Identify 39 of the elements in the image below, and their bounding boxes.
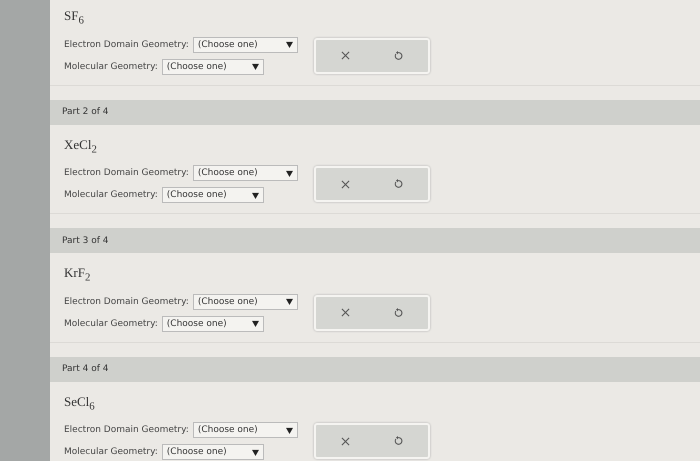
- caret-icon: [252, 320, 259, 328]
- undo-icon: [392, 308, 403, 318]
- caret-icon: [286, 426, 293, 434]
- formula: KrF$_{2}$: [64, 265, 92, 284]
- undo-icon: [392, 50, 403, 61]
- close-icon: [341, 51, 350, 60]
- dropdown[interactable]: (Choose one): [192, 294, 298, 310]
- close-icon: [341, 180, 350, 189]
- formula: XeCl$_{2}$: [64, 136, 98, 156]
- caret-icon: [286, 170, 293, 177]
- part-label: Part 2 of 4: [62, 107, 108, 118]
- caret-icon: [252, 448, 259, 456]
- dropdown[interactable]: (Choose one): [162, 58, 264, 75]
- caret-icon: [286, 298, 293, 306]
- caret-icon: [286, 41, 293, 48]
- field-label: Molecular Geometry:: [64, 190, 158, 200]
- undo-icon: [392, 179, 403, 190]
- field-label: Molecular Geometry:: [64, 447, 158, 458]
- field-label: Electron Domain Geometry:: [64, 40, 189, 50]
- dropdown[interactable]: (Choose one): [162, 316, 264, 332]
- part-label: Part 3 of 4: [62, 236, 108, 246]
- dropdown[interactable]: (Choose one): [162, 187, 264, 204]
- undo-icon: [392, 436, 403, 446]
- caret-icon: [252, 63, 259, 70]
- field-label: Electron Domain Geometry:: [64, 168, 189, 178]
- formula: SeCl$_{6}$: [64, 394, 96, 412]
- field-label: Electron Domain Geometry:: [64, 425, 189, 436]
- field-label: Molecular Geometry:: [64, 318, 158, 329]
- caret-icon: [252, 192, 259, 199]
- close-icon: [341, 436, 350, 446]
- dropdown[interactable]: (Choose one): [192, 422, 298, 438]
- dropdown[interactable]: (Choose one): [192, 165, 298, 182]
- field-label: Electron Domain Geometry:: [64, 296, 189, 307]
- field-label: Molecular Geometry:: [64, 62, 158, 72]
- dropdown[interactable]: (Choose one): [192, 36, 298, 53]
- dropdown[interactable]: (Choose one): [162, 444, 264, 460]
- formula: SF$_{6}$: [64, 8, 85, 27]
- close-icon: [341, 308, 350, 318]
- part-label: Part 4 of 4: [62, 364, 108, 374]
